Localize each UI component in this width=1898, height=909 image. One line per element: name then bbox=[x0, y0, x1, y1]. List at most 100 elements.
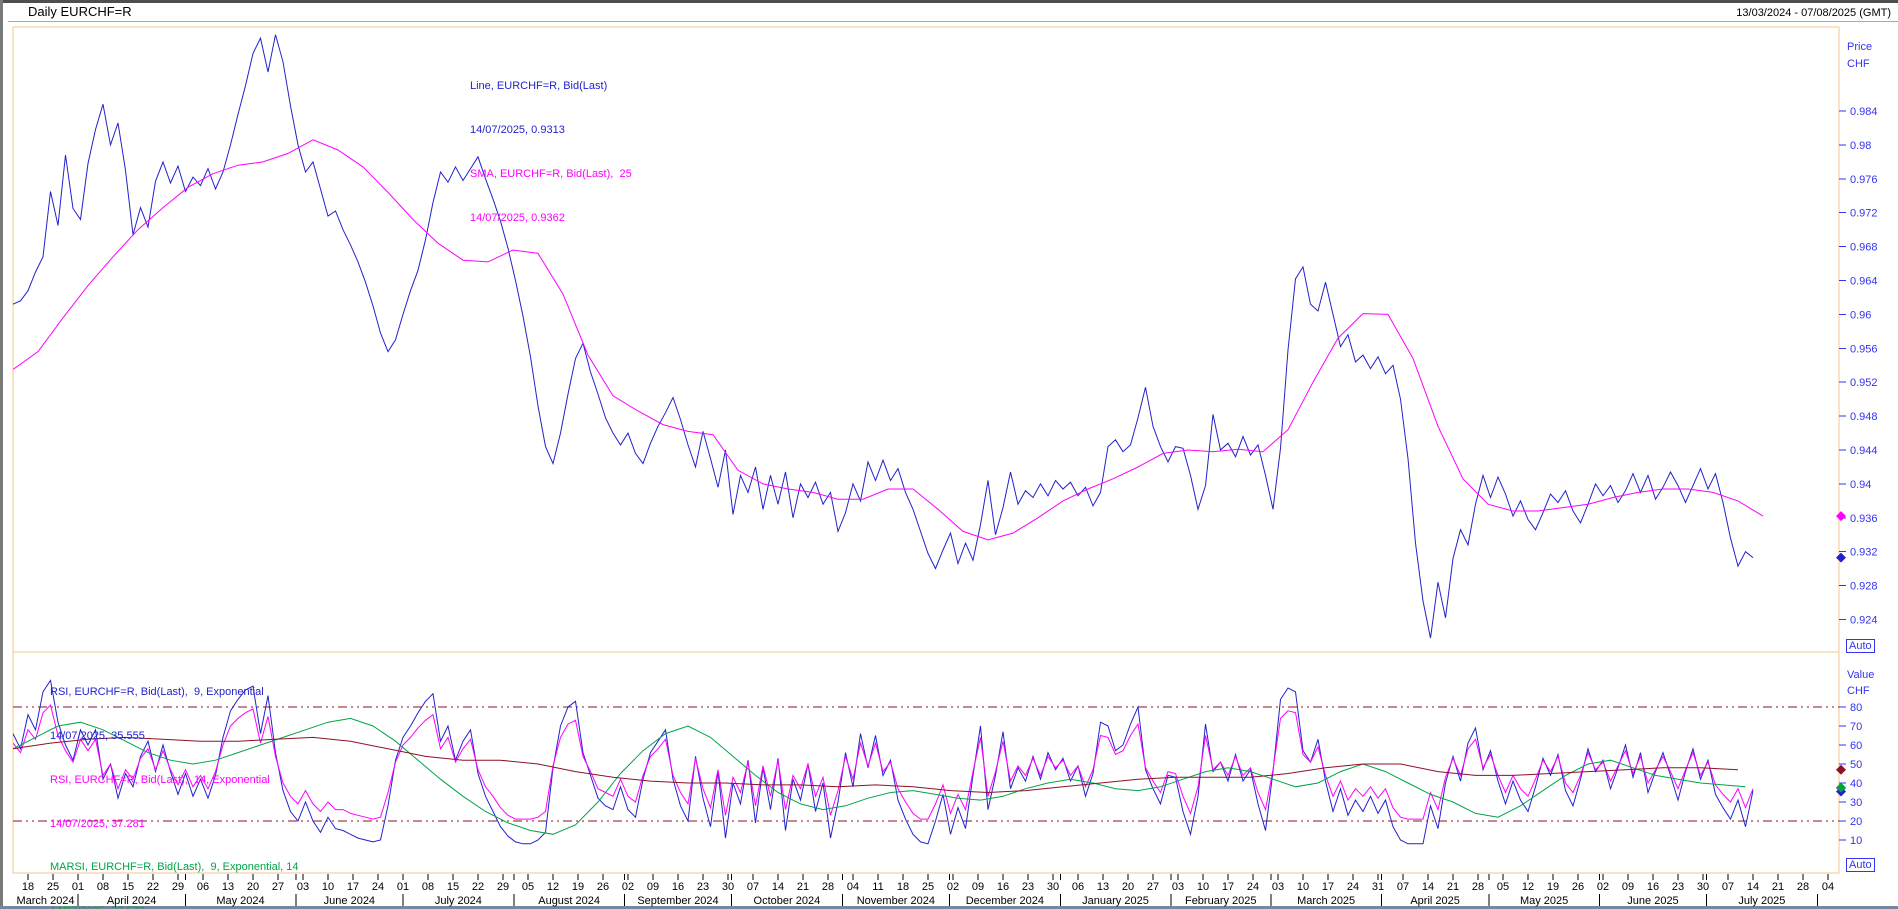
date-tick-label: 18 bbox=[897, 881, 909, 893]
date-tick-label: 27 bbox=[1147, 881, 1159, 893]
main-chart-legend: Line, EURCHF=R, Bid(Last) 14/07/2025, 0.… bbox=[470, 50, 632, 254]
rsi-auto-button[interactable]: Auto bbox=[1846, 858, 1875, 872]
rsi-panel-legend: RSI, EURCHF=R, Bid(Last), 9, Exponential… bbox=[50, 656, 305, 909]
date-tick-label: 09 bbox=[1622, 881, 1634, 893]
month-label: December 2024 bbox=[966, 895, 1044, 907]
price-tick-label: 0.96 bbox=[1850, 309, 1871, 321]
month-label: June 2025 bbox=[1627, 895, 1678, 907]
price-tick-label: 0.956 bbox=[1850, 343, 1878, 355]
value-tick-label: 30 bbox=[1850, 797, 1862, 809]
date-tick-label: 16 bbox=[672, 881, 684, 893]
date-tick-label: 26 bbox=[1572, 881, 1584, 893]
value-tick-label: 50 bbox=[1850, 759, 1862, 771]
date-tick-label: 04 bbox=[847, 881, 859, 893]
date-tick-label: 02 bbox=[1597, 881, 1609, 893]
date-tick-label: 21 bbox=[1447, 881, 1459, 893]
date-tick-label: 14 bbox=[1422, 881, 1434, 893]
series-sma-eurchf-r-bid-last-25 bbox=[13, 140, 1763, 540]
value-tick-label: 10 bbox=[1850, 835, 1862, 847]
date-tick-label: 22 bbox=[472, 881, 484, 893]
legend-rsi14[interactable]: RSI, EURCHF=R, Bid(Last), 14, Exponentia… bbox=[50, 773, 305, 788]
date-tick-label: 06 bbox=[1072, 881, 1084, 893]
month-label: March 2025 bbox=[1297, 895, 1355, 907]
legend-marsi9[interactable]: MARSI, EURCHF=R, Bid(Last), 9, Exponenti… bbox=[50, 860, 305, 875]
date-tick-label: 24 bbox=[1247, 881, 1259, 893]
date-tick-label: 12 bbox=[1522, 881, 1534, 893]
price-tick-label: 0.976 bbox=[1850, 174, 1878, 186]
price-tick-label: 0.972 bbox=[1850, 208, 1878, 220]
date-tick-label: 07 bbox=[747, 881, 759, 893]
value-tick-label: 70 bbox=[1850, 721, 1862, 733]
date-tick-label: 05 bbox=[522, 881, 534, 893]
price-tick-label: 0.928 bbox=[1850, 581, 1878, 593]
date-tick-label: 12 bbox=[547, 881, 559, 893]
date-tick-label: 19 bbox=[1547, 881, 1559, 893]
date-tick-label: 13 bbox=[1097, 881, 1109, 893]
value-tick-label: 40 bbox=[1850, 778, 1862, 790]
date-tick-label: 09 bbox=[972, 881, 984, 893]
date-tick-label: 16 bbox=[997, 881, 1009, 893]
chart-window: Daily EURCHF=R 13/03/2024 - 07/08/2025 (… bbox=[0, 0, 1898, 909]
legend-line-price[interactable]: Line, EURCHF=R, Bid(Last) bbox=[470, 79, 632, 94]
month-label: October 2024 bbox=[754, 895, 821, 907]
value-axis-unit: CHF bbox=[1847, 685, 1870, 697]
price-tick-label: 0.944 bbox=[1850, 445, 1878, 457]
date-tick-label: 08 bbox=[422, 881, 434, 893]
date-tick-label: 24 bbox=[1347, 881, 1359, 893]
date-tick-label: 20 bbox=[1122, 881, 1134, 893]
date-tick-label: 17 bbox=[1322, 881, 1334, 893]
legend-sma[interactable]: SMA, EURCHF=R, Bid(Last), 25 bbox=[470, 167, 632, 182]
price-tick-label: 0.984 bbox=[1850, 106, 1878, 118]
date-tick-label: 09 bbox=[647, 881, 659, 893]
month-label: September 2024 bbox=[637, 895, 718, 907]
month-label: February 2025 bbox=[1185, 895, 1257, 907]
price-axis-title: Price bbox=[1847, 41, 1872, 53]
date-tick-label: 28 bbox=[822, 881, 834, 893]
date-tick-label: 23 bbox=[1022, 881, 1034, 893]
price-tick-label: 0.932 bbox=[1850, 547, 1878, 559]
date-tick-label: 24 bbox=[372, 881, 384, 893]
price-last-marker-0 bbox=[1836, 511, 1846, 521]
value-tick-label: 80 bbox=[1850, 702, 1862, 714]
main-auto-button[interactable]: Auto bbox=[1846, 639, 1875, 653]
date-tick-label: 07 bbox=[1722, 881, 1734, 893]
value-tick-label: 60 bbox=[1850, 740, 1862, 752]
legend-rsi14-value: 14/07/2025, 37.281 bbox=[50, 817, 305, 832]
price-tick-label: 0.924 bbox=[1850, 615, 1878, 627]
date-tick-label: 10 bbox=[1197, 881, 1209, 893]
legend-line-price-value: 14/07/2025, 0.9313 bbox=[470, 123, 632, 138]
value-last-marker-0 bbox=[1836, 765, 1846, 775]
date-tick-label: 14 bbox=[772, 881, 784, 893]
date-tick-label: 16 bbox=[1647, 881, 1659, 893]
date-tick-label: 30 bbox=[1047, 881, 1059, 893]
price-tick-label: 0.968 bbox=[1850, 242, 1878, 254]
date-tick-label: 30 bbox=[1697, 881, 1709, 893]
date-tick-label: 29 bbox=[497, 881, 509, 893]
date-tick-label: 17 bbox=[347, 881, 359, 893]
month-label: August 2024 bbox=[538, 895, 600, 907]
date-tick-label: 10 bbox=[1297, 881, 1309, 893]
date-tick-label: 28 bbox=[1797, 881, 1809, 893]
date-tick-label: 23 bbox=[697, 881, 709, 893]
price-tick-label: 0.952 bbox=[1850, 377, 1878, 389]
date-tick-label: 11 bbox=[872, 881, 883, 893]
date-tick-label: 28 bbox=[1472, 881, 1484, 893]
month-label: June 2024 bbox=[324, 895, 375, 907]
price-tick-label: 0.936 bbox=[1850, 513, 1878, 525]
date-tick-label: 26 bbox=[597, 881, 609, 893]
month-label: July 2025 bbox=[1738, 895, 1785, 907]
date-tick-label: 04 bbox=[1822, 881, 1834, 893]
month-label: April 2025 bbox=[1410, 895, 1460, 907]
date-tick-label: 23 bbox=[1672, 881, 1684, 893]
legend-rsi9[interactable]: RSI, EURCHF=R, Bid(Last), 9, Exponential bbox=[50, 685, 305, 700]
legend-marsi9-value: 14/07/2025, 37.579 bbox=[50, 904, 305, 909]
date-tick-label: 19 bbox=[572, 881, 584, 893]
date-tick-label: 03 bbox=[1272, 881, 1284, 893]
date-tick-label: 25 bbox=[922, 881, 934, 893]
value-axis-title: Value bbox=[1847, 669, 1874, 681]
price-tick-label: 0.98 bbox=[1850, 140, 1871, 152]
legend-rsi9-value: 14/07/2025, 35.555 bbox=[50, 729, 305, 744]
date-tick-label: 01 bbox=[397, 881, 409, 893]
date-tick-label: 03 bbox=[1172, 881, 1184, 893]
date-tick-label: 30 bbox=[722, 881, 734, 893]
